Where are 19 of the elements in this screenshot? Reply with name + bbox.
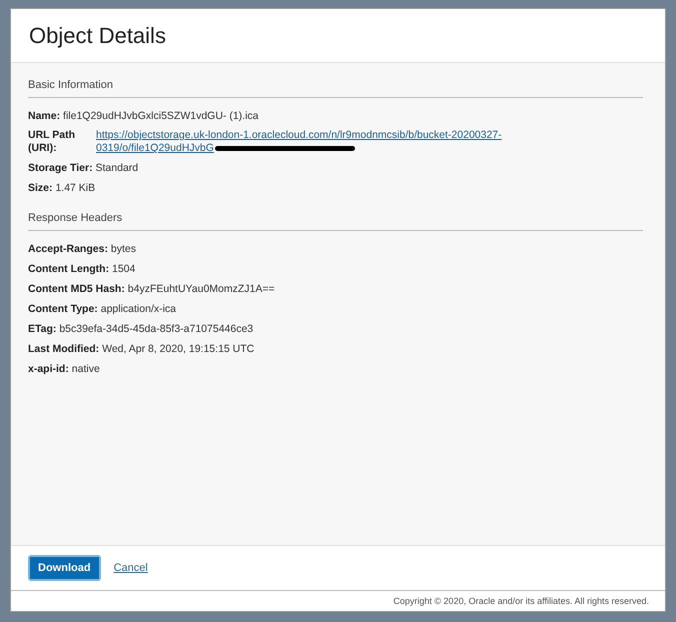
url-link[interactable]: https://objectstorage.uk-london-1.oraclecloud.com/n/lr9modnmcsib/b/bucket-20200327- xyxy=(96,129,502,142)
section-heading: Basic Information xyxy=(28,73,643,98)
field-text: Name: file1Q29udHJvbGxlci5SZW1vdGU- (1).ica xyxy=(28,109,260,124)
dialog-title: Object Details xyxy=(29,23,167,49)
field-label: URL Path (URI): xyxy=(28,129,76,155)
cancel-link[interactable]: Cancel xyxy=(114,562,148,574)
field-text: Last Modified: Wed, Apr 8, 2020, 19:15:15 UTC xyxy=(28,342,256,357)
section-heading: Response Headers xyxy=(28,206,643,231)
url-link[interactable]: 0319/o/file1Q29udHJvbG xyxy=(96,142,214,155)
field-text: Accept-Ranges: bytes xyxy=(28,242,137,257)
field-text: ETag: b5c39efa-34d5-45da-85f3-a71075446ce3 xyxy=(28,322,254,337)
field-text: Size: 1.47 KiB xyxy=(28,181,96,196)
field-text: Storage Tier: Standard xyxy=(28,161,140,176)
field-text: Content MD5 Hash: b4yzFEuhtUYau0MomzZJ1A== xyxy=(28,282,276,297)
field-text: x-api-id: native xyxy=(28,362,101,377)
download-button[interactable]: Download xyxy=(28,555,101,581)
field-text: Content Length: 1504 xyxy=(28,262,136,277)
copyright-text: Copyright © 2020, Oracle and/or its affiliates. All rights reserved. xyxy=(11,590,665,611)
field-text: Content Type: application/x-ica xyxy=(28,302,178,317)
